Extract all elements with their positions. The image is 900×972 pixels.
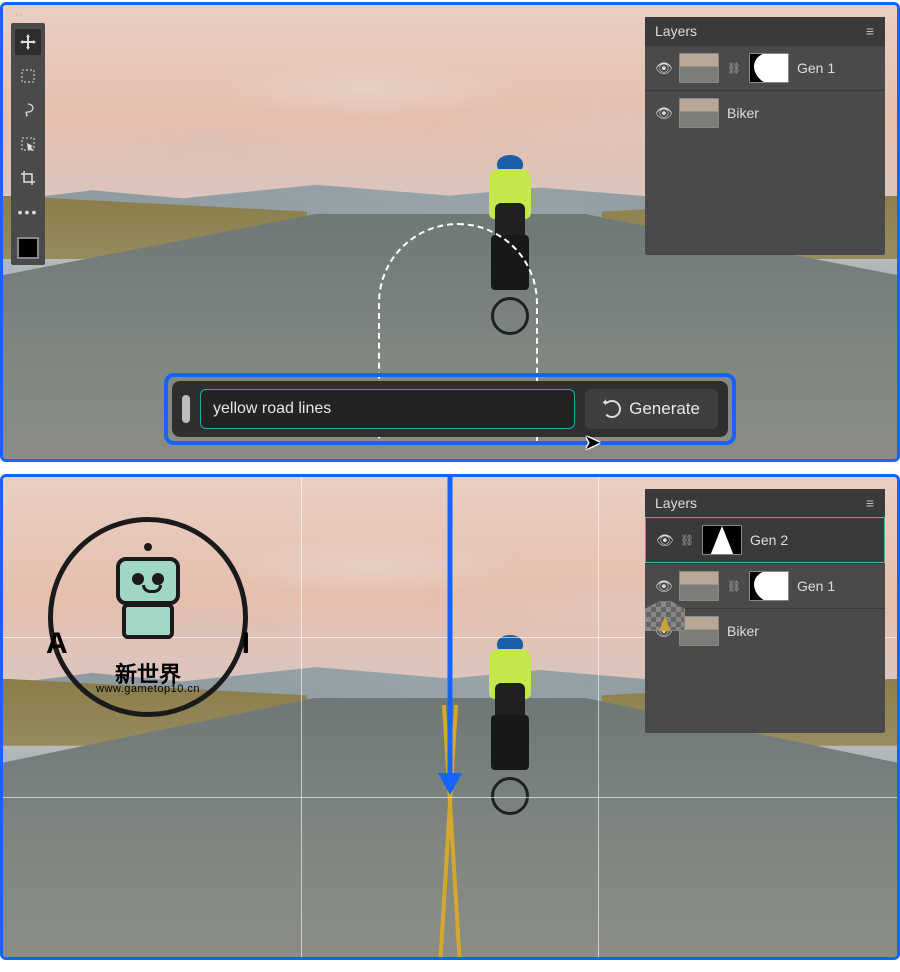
move-tool[interactable] bbox=[15, 29, 41, 55]
layer-name[interactable]: Gen 1 bbox=[797, 578, 875, 594]
photo-biker bbox=[477, 635, 545, 815]
generate-button-label: Generate bbox=[629, 399, 700, 419]
link-icon[interactable]: ⛓ bbox=[727, 62, 741, 75]
visibility-toggle-icon[interactable]: 👁 bbox=[655, 105, 671, 122]
layer-name[interactable]: Gen 1 bbox=[797, 60, 875, 76]
cursor-icon: ➤ bbox=[584, 430, 601, 455]
link-icon[interactable]: ⛓ bbox=[727, 580, 741, 593]
before-frame: ›› ••• Layers ≡ 👁 ⛓ Gen 1 👁 Biker bbox=[0, 2, 900, 462]
object-selection-tool[interactable] bbox=[15, 131, 41, 157]
layers-panel: Layers ≡ 👁 ⛓ Gen 1 👁 Biker bbox=[645, 17, 885, 255]
layer-thumbnail[interactable] bbox=[645, 601, 685, 631]
layer-thumbnail[interactable] bbox=[679, 53, 719, 83]
layers-panel-title: Layers bbox=[655, 495, 697, 511]
after-frame: Layers ≡ 👁 ⛓ Gen 2 👁 ⛓ Gen 1 👁 Biker bbox=[0, 474, 900, 960]
toolbox: ›› ••• bbox=[11, 23, 45, 265]
layer-row[interactable]: 👁 Biker bbox=[645, 90, 885, 135]
layer-mask-thumbnail[interactable] bbox=[702, 525, 742, 555]
sparkle-icon bbox=[603, 400, 621, 418]
layer-thumbnail[interactable] bbox=[679, 571, 719, 601]
layer-name[interactable]: Biker bbox=[727, 105, 875, 121]
layer-name[interactable]: Biker bbox=[727, 623, 875, 639]
generative-fill-prompt-input[interactable] bbox=[200, 389, 575, 429]
visibility-toggle-icon[interactable]: 👁 bbox=[655, 578, 671, 595]
drag-handle-icon[interactable] bbox=[182, 395, 190, 423]
layer-mask-thumbnail[interactable] bbox=[749, 571, 789, 601]
lasso-tool[interactable] bbox=[15, 97, 41, 123]
layer-row[interactable]: 👁 ⛓ Gen 2 bbox=[645, 517, 885, 563]
visibility-toggle-icon[interactable]: 👁 bbox=[655, 60, 671, 77]
generate-button[interactable]: Generate bbox=[585, 389, 718, 429]
layer-row[interactable]: 👁 ⛓ Gen 1 bbox=[645, 45, 885, 90]
panel-menu-icon[interactable]: ≡ bbox=[866, 23, 875, 39]
layer-row[interactable]: 👁 ⛓ Gen 1 bbox=[645, 563, 885, 608]
contextual-task-bar: Generate ➤ bbox=[164, 373, 736, 445]
generated-yellow-road-lines bbox=[424, 707, 476, 957]
link-icon[interactable]: ⛓ bbox=[680, 534, 694, 547]
layer-name[interactable]: Gen 2 bbox=[750, 532, 874, 548]
foreground-color-swatch[interactable] bbox=[17, 237, 39, 259]
more-tools[interactable]: ••• bbox=[15, 199, 41, 225]
layers-panel: Layers ≡ 👁 ⛓ Gen 2 👁 ⛓ Gen 1 👁 Biker bbox=[645, 489, 885, 733]
layers-panel-title: Layers bbox=[655, 23, 697, 39]
marquee-tool[interactable] bbox=[15, 63, 41, 89]
crop-tool[interactable] bbox=[15, 165, 41, 191]
layer-thumbnail[interactable] bbox=[679, 616, 719, 646]
layer-mask-thumbnail[interactable] bbox=[749, 53, 789, 83]
visibility-toggle-icon[interactable]: 👁 bbox=[656, 532, 672, 549]
expand-toolbox-icon[interactable]: ›› bbox=[15, 9, 23, 19]
layer-thumbnail[interactable] bbox=[679, 98, 719, 128]
panel-menu-icon[interactable]: ≡ bbox=[866, 495, 875, 511]
